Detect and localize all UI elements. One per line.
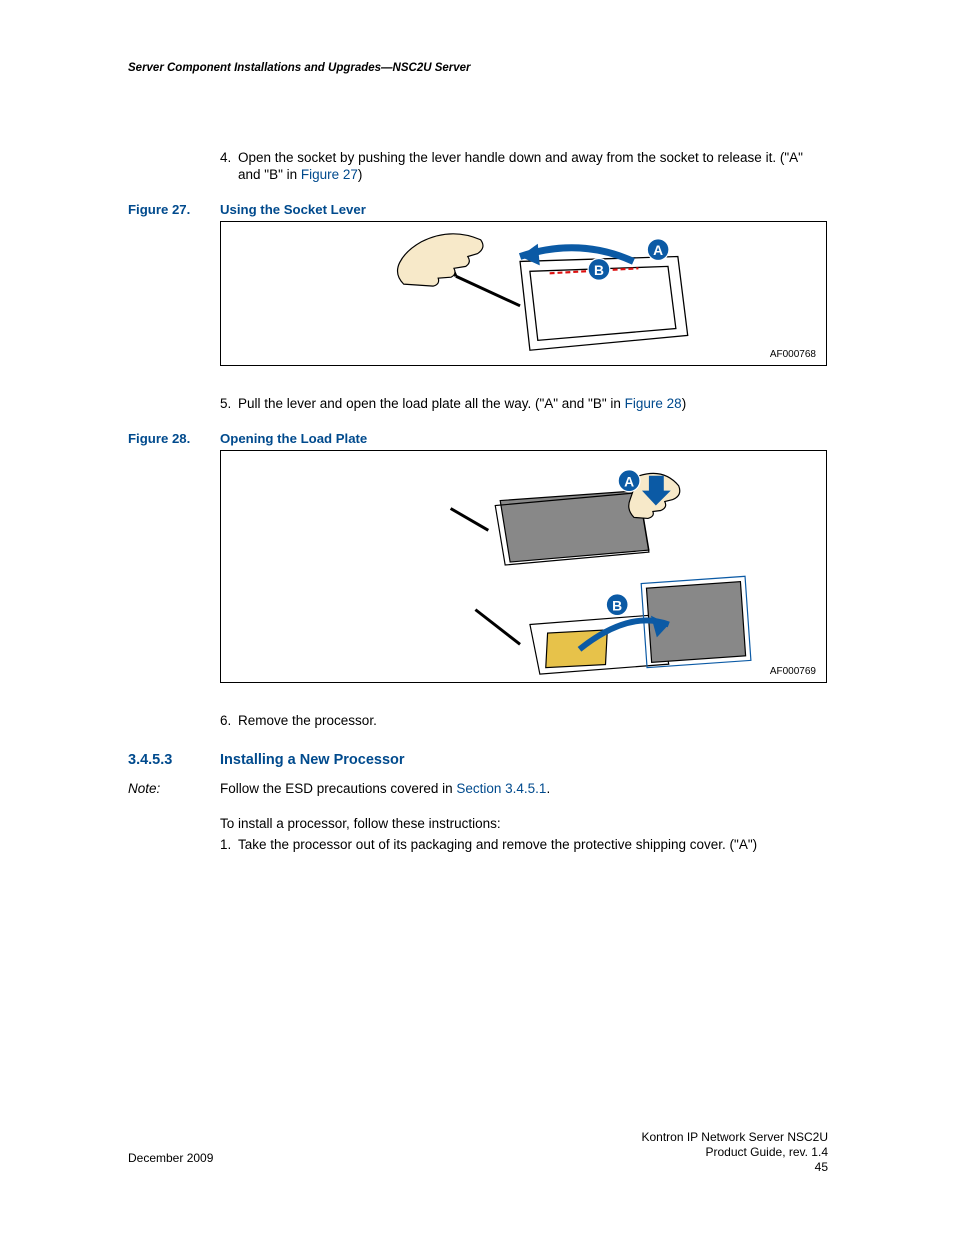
step-number: 1. <box>220 837 231 854</box>
step-4: 4. Open the socket by pushing the lever … <box>128 150 828 184</box>
step-text-tail: ) <box>682 396 687 411</box>
note-text-a: Follow the ESD precautions covered in <box>220 781 456 796</box>
page-body: 4. Open the socket by pushing the lever … <box>128 150 828 857</box>
step-number: 6. <box>220 713 231 730</box>
footer-page-number: 45 <box>641 1160 828 1175</box>
step-text: Take the processor out of its packaging … <box>238 837 757 852</box>
figure-28: A B AF000769 <box>220 450 827 683</box>
note-label: Note: <box>128 780 220 798</box>
step-text: Remove the processor. <box>238 713 377 728</box>
step-number: 4. <box>220 150 231 167</box>
footer-product-block: Kontron IP Network Server NSC2U Product … <box>641 1130 828 1175</box>
footer-product-rev: Product Guide, rev. 1.4 <box>641 1145 828 1160</box>
step-number: 5. <box>220 396 231 413</box>
figure-27-af-label: AF000768 <box>770 349 816 360</box>
figure-27-caption: Figure 27.Using the Socket Lever <box>128 202 828 217</box>
figure-28-link[interactable]: Figure 28 <box>625 396 682 411</box>
section-3-4-5-3-heading: 3.4.5.3Installing a New Processor <box>128 752 828 768</box>
figure-label-title: Using the Socket Lever <box>220 202 366 217</box>
figure-27: A B AF000768 <box>220 221 827 366</box>
figure-28-badge-a: A <box>624 473 634 489</box>
figure-27-illustration: A B <box>221 222 826 365</box>
figure-27-badge-b: B <box>594 263 604 278</box>
note-row: Note:Follow the ESD precautions covered … <box>128 780 828 798</box>
figure-28-caption: Figure 28.Opening the Load Plate <box>128 431 828 446</box>
install-step-1: 1. Take the processor out of its packagi… <box>128 837 828 854</box>
step-5: 5. Pull the lever and open the load plat… <box>128 396 828 413</box>
figure-label-title: Opening the Load Plate <box>220 431 367 446</box>
figure-27-badge-a: A <box>653 243 663 258</box>
footer-date: December 2009 <box>128 1151 213 1165</box>
figure-28-badge-b: B <box>612 597 622 613</box>
figure-28-illustration: A B <box>221 451 826 682</box>
section-title: Installing a New Processor <box>220 752 405 768</box>
note-body: Follow the ESD precautions covered in Se… <box>220 780 820 798</box>
section-3-4-5-1-link[interactable]: Section 3.4.5.1 <box>456 781 546 796</box>
figure-label-number: Figure 28. <box>128 431 220 446</box>
document-page: Server Component Installations and Upgra… <box>0 0 954 1235</box>
figure-27-link[interactable]: Figure 27 <box>301 167 358 182</box>
note-text-b: . <box>546 781 550 796</box>
section-number: 3.4.5.3 <box>128 752 220 768</box>
step-text-tail: ) <box>358 167 363 182</box>
running-header: Server Component Installations and Upgra… <box>128 62 471 74</box>
footer-product-name: Kontron IP Network Server NSC2U <box>641 1130 828 1145</box>
figure-28-af-label: AF000769 <box>770 666 816 677</box>
intro-paragraph: To install a processor, follow these ins… <box>220 815 828 833</box>
step-6: 6. Remove the processor. <box>128 713 828 730</box>
step-text: Pull the lever and open the load plate a… <box>238 396 625 411</box>
figure-label-number: Figure 27. <box>128 202 220 217</box>
